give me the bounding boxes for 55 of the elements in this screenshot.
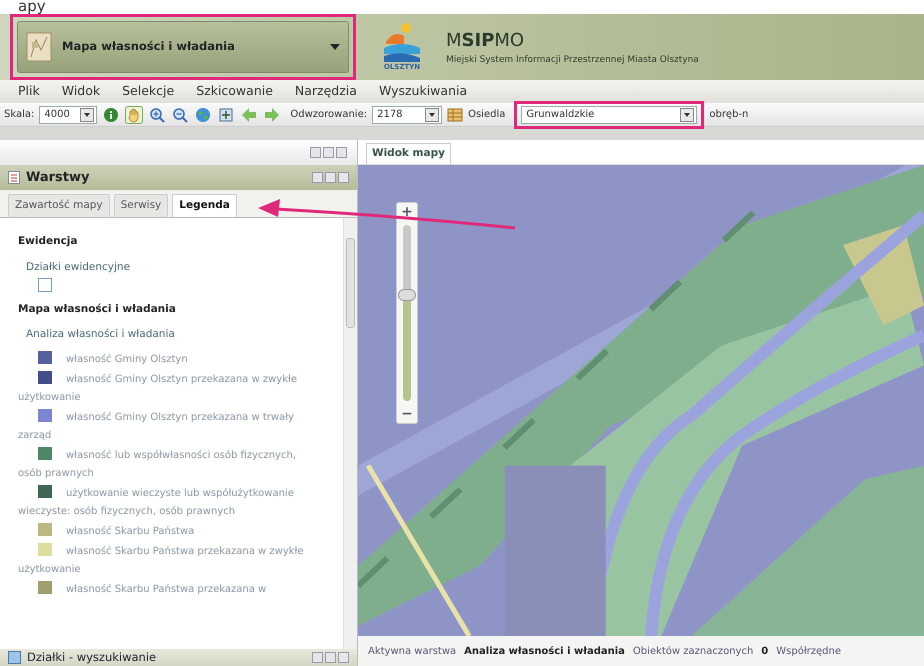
menu-item[interactable]: Szkicowanie [196, 82, 273, 101]
document-text: apy [17, 0, 47, 14]
search-panel-icon [8, 651, 21, 664]
legend-label: własność Skarbu Państwa przekazana w [66, 584, 266, 595]
status-label: Aktywna warstwa [368, 644, 456, 658]
status-value: 0 [761, 644, 768, 658]
zoom-slider[interactable]: + − [396, 202, 418, 424]
projection-dropdown[interactable]: 2178 [372, 106, 442, 124]
caret-icon [330, 44, 340, 50]
legend-heading: Ewidencja [18, 234, 78, 249]
right-arrow-icon[interactable] [264, 106, 280, 122]
legend-heading: Mapa własności i władania [18, 302, 177, 316]
tab[interactable]: Legenda [172, 194, 237, 217]
tab[interactable]: Widok mapy [366, 143, 451, 164]
field-label: Skala: [4, 108, 34, 122]
left-arrow-icon[interactable] [241, 106, 258, 122]
menu-item[interactable]: Wyszukiwania [378, 82, 468, 101]
menu-item[interactable]: Widok [62, 82, 100, 101]
menu-item[interactable]: Narzędzia [294, 82, 357, 101]
menu-item[interactable]: Plik [18, 82, 40, 101]
status-label: Obiektów zaznaczonych [632, 644, 754, 658]
legend-label: własność Skarbu Państwa [66, 526, 194, 537]
panel-title: Warstwy [26, 168, 90, 187]
field-label: obręb-n [709, 108, 748, 122]
map-thumbnail-icon [26, 32, 52, 62]
zoom-out-icon[interactable] [172, 106, 188, 122]
table-icon[interactable] [447, 106, 464, 122]
caret-icon [429, 112, 436, 116]
layer-selector[interactable]: Mapa własności i władania [17, 21, 349, 73]
zoom-in-icon[interactable] [149, 106, 166, 122]
tab[interactable]: Serwisy [114, 194, 168, 217]
zoom-in-button[interactable]: + [401, 203, 413, 221]
tab[interactable]: Zawartość mapy [8, 194, 110, 217]
scale-dropdown[interactable]: 4000 [39, 106, 98, 124]
district-dropdown[interactable]: Grunwaldzkie [521, 106, 698, 124]
legend-layer-name: Analiza własności i władania [26, 327, 176, 342]
caret-icon [684, 112, 690, 116]
app-subtitle: Miejski System Informacji Przestrzennej Miasta Olsztyna [446, 54, 699, 67]
zoom-out-button[interactable]: − [401, 405, 413, 423]
legend-layer-name: Działki ewidencyjne [26, 260, 132, 275]
layers-list-icon [8, 171, 20, 184]
globe-icon[interactable] [195, 106, 212, 122]
field-label: Odwzorowanie: [290, 108, 368, 122]
field-label: Osiedla [468, 108, 506, 122]
app-title: MSIPMO [446, 28, 526, 53]
menu-item[interactable]: Selekcje [122, 82, 174, 101]
slider-handle[interactable] [398, 289, 416, 302]
info-icon[interactable] [103, 106, 120, 122]
status-label: Współrzędne [776, 644, 842, 658]
city-logo-icon [382, 22, 422, 62]
caret-icon [84, 112, 90, 116]
legend-label: własność Gminy Olsztyn [66, 354, 188, 365]
extent-icon[interactable] [218, 106, 234, 122]
status-value: Analiza własności i władania [464, 644, 625, 658]
panel-title: Działki - wyszukiwanie [27, 648, 156, 666]
